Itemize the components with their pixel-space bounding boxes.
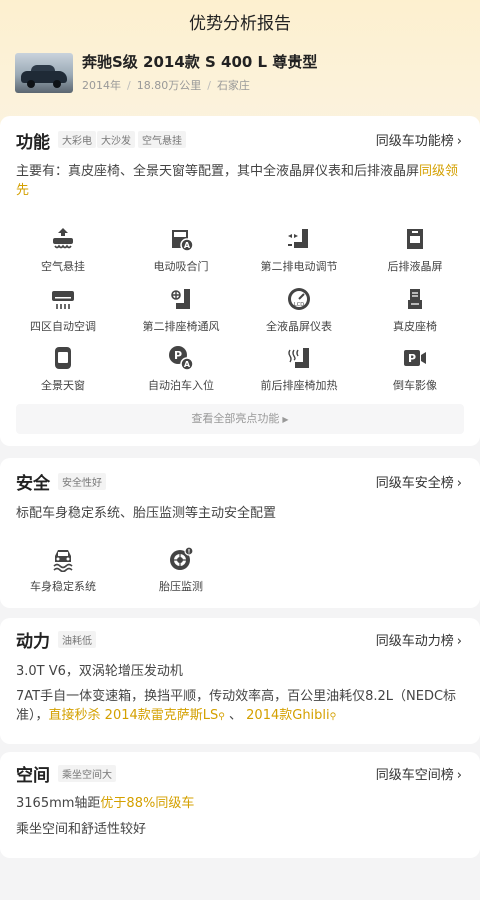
car-header[interactable]: 奔驰S级 2014款 S 400 L 尊贵型 2014年/18.80万公里 / 石家… [15,50,465,94]
space-rank-label: 同级车空间榜 [375,768,454,783]
feature-seat-ventilation[interactable]: 第二排座椅通风 [126,286,236,334]
chevron-right-icon: › [456,134,462,149]
power-rank-link[interactable]: 同级车动力榜 › [376,630,462,649]
car-city: 石家庄 [216,79,250,92]
feature-auto-parking[interactable]: P A 自动泊车入位 [126,345,236,393]
feature-label: 第二排座椅通风 [142,320,220,333]
feature-label: 全液晶屏仪表 [266,320,332,333]
svg-text:A: A [184,360,191,369]
feature-label: 四区自动空调 [30,320,96,333]
chevron-right-icon: › [456,768,462,783]
triangle-right-icon: ▶ [282,415,289,424]
power-rank-label: 同级车动力榜 [375,634,454,649]
features-rank-label: 同级车功能榜 [375,134,454,149]
power-transmission: 7AT手自一体变速箱，换挡平顺，传动效率高，百公里油耗仅8.2L（NEDC标准）… [16,689,457,723]
car-mileage: 18.80万公里 [136,79,202,92]
space-comfort: 乘坐空间和舒适性较好 [16,822,147,837]
page-title: 优势分析报告 [189,14,291,34]
svg-text:A: A [184,241,191,250]
features-description: 主要有：真皮座椅、全景天窗等配置，其中全液晶屏仪表和后排液晶屏同级领先 [16,164,459,198]
car-name: 奔驰S级 2014款 S 400 L 尊贵型 [82,53,318,71]
space-rank-link[interactable]: 同级车空间榜 › [376,764,462,783]
feature-label: 电动吸合门 [153,260,209,273]
feature-rear-screen[interactable]: 后排液晶屏 [360,226,470,274]
feature-panoramic-roof[interactable]: 全景天窗 [8,345,118,393]
safety-description: 标配车身稳定系统、胎压监测等主动安全配置 [16,506,277,521]
power-tag: 油耗低 [58,631,96,648]
car-meta: 2014年/18.80万公里 / 石家庄 [82,79,250,92]
features-tag-2: 大沙发 [97,131,135,148]
feature-label: 空气悬挂 [41,260,85,273]
soft-close-door-icon: A [172,230,194,252]
svg-text:LCD: LCD [294,302,304,308]
safety-item-label: 胎压监测 [159,580,203,593]
feature-label: 后排液晶屏 [387,260,443,273]
search-icon: ⚲ [329,712,337,722]
seat-heating-icon [288,348,309,368]
features-tag-3: 空气悬挂 [138,131,186,148]
feature-label: 自动泊车入位 [148,379,214,392]
space-title: 空间 [16,766,50,786]
climate-control-icon [52,291,74,309]
power-seat-icon [288,229,308,248]
competitor-link-1[interactable]: 2014款雷克萨斯LS⚲ [105,708,225,723]
safety-tag: 安全性好 [58,473,106,490]
space-wheelbase: 3165mm轴距优于88%同级车 [16,796,195,811]
space-card: 空间 乘坐空间大 同级车空间榜 › 3165mm轴距优于88%同级车 乘坐空间和舒… [0,752,480,858]
feature-soft-close-door[interactable]: A 电动吸合门 [126,226,236,274]
safety-item-label: 车身稳定系统 [30,580,96,593]
feature-label: 第二排电动调节 [260,260,338,273]
feature-reverse-camera[interactable]: P 倒车影像 [360,345,470,393]
safety-tire-pressure[interactable]: ! 胎压监测 [126,546,236,594]
feature-climate-control[interactable]: 四区自动空调 [8,286,118,334]
safety-stability-control[interactable]: 车身稳定系统 [8,546,118,594]
svg-text:!: ! [188,549,191,556]
power-highlight: 直接秒杀 [48,708,101,723]
features-title: 功能 [16,133,50,153]
safety-card: 安全 安全性好 同级车安全榜 › 标配车身稳定系统、胎压监测等主动安全配置 车身稳… [0,458,480,608]
competitor-link-2[interactable]: 2014款Ghibli⚲ [246,708,336,723]
chevron-right-icon: › [456,634,462,649]
search-icon: ⚲ [218,712,225,722]
car-thumbnail [15,53,73,93]
view-all-features-button[interactable]: 查看全部亮点功能 ▶ [16,404,464,434]
view-all-features-label: 查看全部亮点功能 [191,412,280,425]
features-rank-link[interactable]: 同级车功能榜 › [376,130,462,149]
safety-rank-label: 同级车安全榜 [375,476,454,491]
power-engine: 3.0T V6，双涡轮增压发动机 [16,664,183,679]
safety-rank-link[interactable]: 同级车安全榜 › [376,472,462,491]
feature-label: 真皮座椅 [393,320,437,333]
rear-screen-icon [407,229,423,249]
air-suspension-icon [53,228,73,249]
safety-title: 安全 [16,474,50,494]
reverse-camera-icon: P [404,350,426,366]
feature-leather-seat[interactable]: 真皮座椅 [360,286,470,334]
feature-power-seat[interactable]: 第二排电动调节 [244,226,354,274]
auto-parking-icon: P A [169,346,194,371]
feature-label: 前后排座椅加热 [260,379,338,392]
feature-seat-heating[interactable]: 前后排座椅加热 [244,345,354,393]
car-year: 2014年 [82,79,121,92]
stability-control-icon [53,550,73,572]
tire-pressure-icon: ! [170,546,194,570]
feature-label: 倒车影像 [393,379,437,392]
space-tag: 乘坐空间大 [58,765,116,782]
svg-text:P: P [174,349,182,362]
report-page: 优势分析报告 奔驰S级 2014款 S 400 L 尊贵型 2014年/18.8… [0,0,480,900]
svg-text:P: P [408,352,416,365]
leather-seat-icon [408,289,422,309]
power-title: 动力 [16,632,50,652]
feature-air-suspension[interactable]: 空气悬挂 [8,226,118,274]
seat-ventilation-icon [171,289,190,309]
feature-label: 全景天窗 [41,379,85,392]
chevron-right-icon: › [456,476,462,491]
features-tag-1: 大彩电 [58,131,96,148]
lcd-gauge-icon: LCD [288,288,310,310]
power-card: 动力 油耗低 同级车动力榜 › 3.0T V6，双涡轮增压发动机 7AT手自一体变… [0,618,480,744]
space-highlight: 优于88%同级车 [100,796,195,811]
panoramic-roof-icon [55,347,71,369]
feature-lcd-gauge[interactable]: LCD 全液晶屏仪表 [244,286,354,334]
features-card: 功能 大彩电 大沙发 空气悬挂 同级车功能榜 › 主要有：真皮座椅、全景天窗等配置… [0,116,480,446]
